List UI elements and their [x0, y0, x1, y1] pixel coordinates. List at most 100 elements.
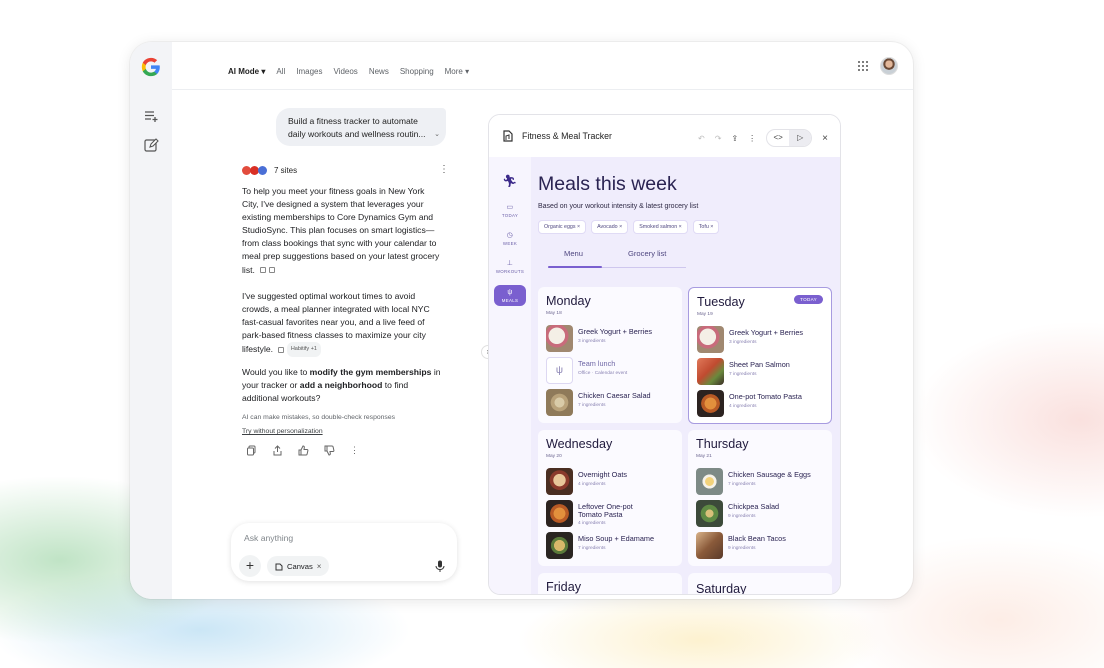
tag-label: Avocado: [597, 224, 618, 230]
meal-item[interactable]: Leftover One-pot Tomato Pasta 4 ingredie…: [546, 500, 678, 527]
answer-paragraph-2: I've suggested optimal workout times to …: [242, 290, 442, 358]
close-icon[interactable]: ×: [679, 224, 682, 230]
meal-item[interactable]: Chickpea Salad 9 ingredients: [696, 500, 828, 527]
meal-ingredients: 7 ingredients: [578, 403, 606, 408]
new-chat-icon[interactable]: [143, 137, 159, 153]
question-text: Would you like to: [242, 367, 310, 377]
canvas-doc-icon: [503, 130, 513, 142]
canvas-tool-chip[interactable]: Canvas ×: [267, 556, 330, 576]
day-card-tuesday[interactable]: Tuesday TODAY May 19 Greek Yogurt + Berr…: [688, 287, 832, 424]
preview-play-icon[interactable]: ▷: [789, 130, 812, 146]
tab-images[interactable]: Images: [296, 67, 322, 76]
day-name: Monday: [546, 294, 591, 308]
meal-ingredients: 7 ingredients: [728, 482, 756, 487]
nav-week[interactable]: ◷ WEEK: [494, 231, 526, 246]
redo-icon[interactable]: ↷: [715, 134, 722, 143]
code-view-icon[interactable]: <>: [767, 130, 789, 146]
tab-videos[interactable]: Videos: [333, 67, 357, 76]
question-emphasis: modify the gym memberships: [309, 367, 432, 377]
tag-chip[interactable]: Tofu ×: [692, 220, 720, 234]
tab-more[interactable]: More ▾: [445, 67, 469, 76]
meal-ingredients: Office · Calendar event: [578, 371, 628, 376]
meal-photo: [546, 468, 573, 495]
close-icon[interactable]: ×: [317, 562, 322, 571]
meal-ingredients: 4 ingredients: [729, 404, 757, 409]
meal-item[interactable]: Miso Soup + Edamame 7 ingredients: [546, 532, 678, 559]
tag-label: Organic eggs: [544, 224, 576, 230]
meal-name: Team lunch: [578, 359, 616, 368]
canvas-toolbar: ↶ ↷ ⇪ ⋮ <> ▷ ×: [698, 129, 828, 147]
copy-icon[interactable]: [246, 445, 257, 456]
tab-menu[interactable]: Menu: [564, 249, 583, 258]
tab-grocery-list[interactable]: Grocery list: [628, 249, 666, 258]
calendar-icon[interactable]: [269, 267, 276, 274]
sources-row[interactable]: 7 sites: [242, 164, 297, 176]
meal-item[interactable]: One-pot Tomato Pasta 4 ingredients: [697, 390, 829, 417]
tab-shopping[interactable]: Shopping: [400, 67, 434, 76]
meal-item[interactable]: Chicken Sausage & Eggs 7 ingredients: [696, 468, 828, 495]
share-icon[interactable]: ⇪: [731, 134, 738, 143]
nav-workouts[interactable]: ⊥ WORKOUTS: [494, 259, 526, 274]
meal-name: One-pot Tomato Pasta: [729, 392, 802, 401]
microphone-icon[interactable]: [435, 560, 445, 572]
google-logo-icon[interactable]: [140, 56, 162, 78]
meal-photo: [696, 468, 723, 495]
more-options-icon[interactable]: ⋮: [439, 164, 449, 175]
tag-chip[interactable]: Smoked salmon ×: [633, 220, 688, 234]
day-card-saturday[interactable]: Saturday: [688, 573, 832, 594]
day-card-friday[interactable]: Friday: [538, 573, 682, 594]
add-button[interactable]: +: [239, 555, 261, 577]
thumbs-up-icon[interactable]: [298, 445, 309, 456]
meal-item[interactable]: ψ Team lunch Office · Calendar event: [546, 357, 678, 384]
active-tab-indicator: [548, 266, 602, 268]
tab-ai-mode[interactable]: AI Mode ▾: [228, 67, 265, 76]
meal-photo: [696, 532, 723, 559]
calendar-icon[interactable]: [278, 346, 285, 353]
meal-photo: [697, 326, 724, 353]
tab-news[interactable]: News: [369, 67, 389, 76]
day-date: May 18: [546, 311, 562, 316]
user-prompt-bubble[interactable]: Build a fitness tracker to automate dail…: [276, 108, 446, 146]
meal-name: Overnight Oats: [578, 470, 628, 479]
avatar[interactable]: [880, 57, 898, 75]
day-card-thursday[interactable]: Thursday May 21 Chicken Sausage & Eggs 7…: [688, 430, 832, 566]
meal-item[interactable]: Chicken Caesar Salad 7 ingredients: [546, 389, 678, 416]
meal-item[interactable]: Greek Yogurt + Berries 3 ingredients: [546, 325, 678, 352]
chevron-down-icon[interactable]: ⌄: [434, 128, 440, 141]
history-list-icon[interactable]: [143, 108, 159, 124]
nav-meals[interactable]: ψ MEALS: [494, 285, 526, 306]
day-card-monday[interactable]: Monday May 18 Greek Yogurt + Berries 3 i…: [538, 287, 682, 423]
day-name: Wednesday: [546, 437, 613, 451]
day-card-wednesday[interactable]: Wednesday May 20 Overnight Oats 4 ingred…: [538, 430, 682, 566]
meal-item[interactable]: Sheet Pan Salmon 7 ingredients: [697, 358, 829, 385]
nav-today[interactable]: ▭ TODAY: [494, 203, 526, 218]
nav-today-label: TODAY: [501, 213, 519, 218]
close-icon[interactable]: ×: [619, 224, 622, 230]
habitify-chip[interactable]: Habitify +1: [286, 342, 321, 358]
meal-item[interactable]: Black Bean Tacos 9 ingredients: [696, 532, 828, 559]
meal-item[interactable]: Overnight Oats 4 ingredients: [546, 468, 678, 495]
meal-photo: [546, 532, 573, 559]
app-sidebar: 🏃︎ ▭ TODAY ◷ WEEK ⊥ WORKOUTS ψ MEALS: [489, 157, 531, 594]
tab-more-label: More: [444, 66, 463, 76]
try-without-personalization-link[interactable]: Try without personalization: [242, 428, 323, 435]
citation-icon[interactable]: [260, 267, 267, 274]
meal-item[interactable]: Greek Yogurt + Berries 3 ingredients: [697, 326, 829, 353]
share-icon[interactable]: [272, 445, 283, 456]
undo-icon[interactable]: ↶: [698, 134, 705, 143]
meal-ingredients: 4 ingredients: [578, 521, 606, 526]
meal-ingredients: 3 ingredients: [578, 339, 606, 344]
tag-chip[interactable]: Avocado ×: [591, 220, 629, 234]
apps-grid-icon[interactable]: [857, 60, 869, 72]
close-icon[interactable]: ×: [710, 224, 713, 230]
close-icon[interactable]: ×: [822, 133, 828, 144]
tab-all[interactable]: All: [276, 67, 285, 76]
more-options-icon[interactable]: ⋮: [350, 445, 361, 456]
page-subtitle: Based on your workout intensity & latest…: [538, 203, 699, 210]
close-icon[interactable]: ×: [577, 224, 580, 230]
meal-ingredients: 9 ingredients: [728, 514, 756, 519]
thumbs-down-icon[interactable]: [324, 445, 335, 456]
ask-input[interactable]: Ask anything + Canvas ×: [231, 523, 457, 581]
more-options-icon[interactable]: ⋮: [748, 134, 756, 143]
tag-chip[interactable]: Organic eggs ×: [538, 220, 587, 234]
